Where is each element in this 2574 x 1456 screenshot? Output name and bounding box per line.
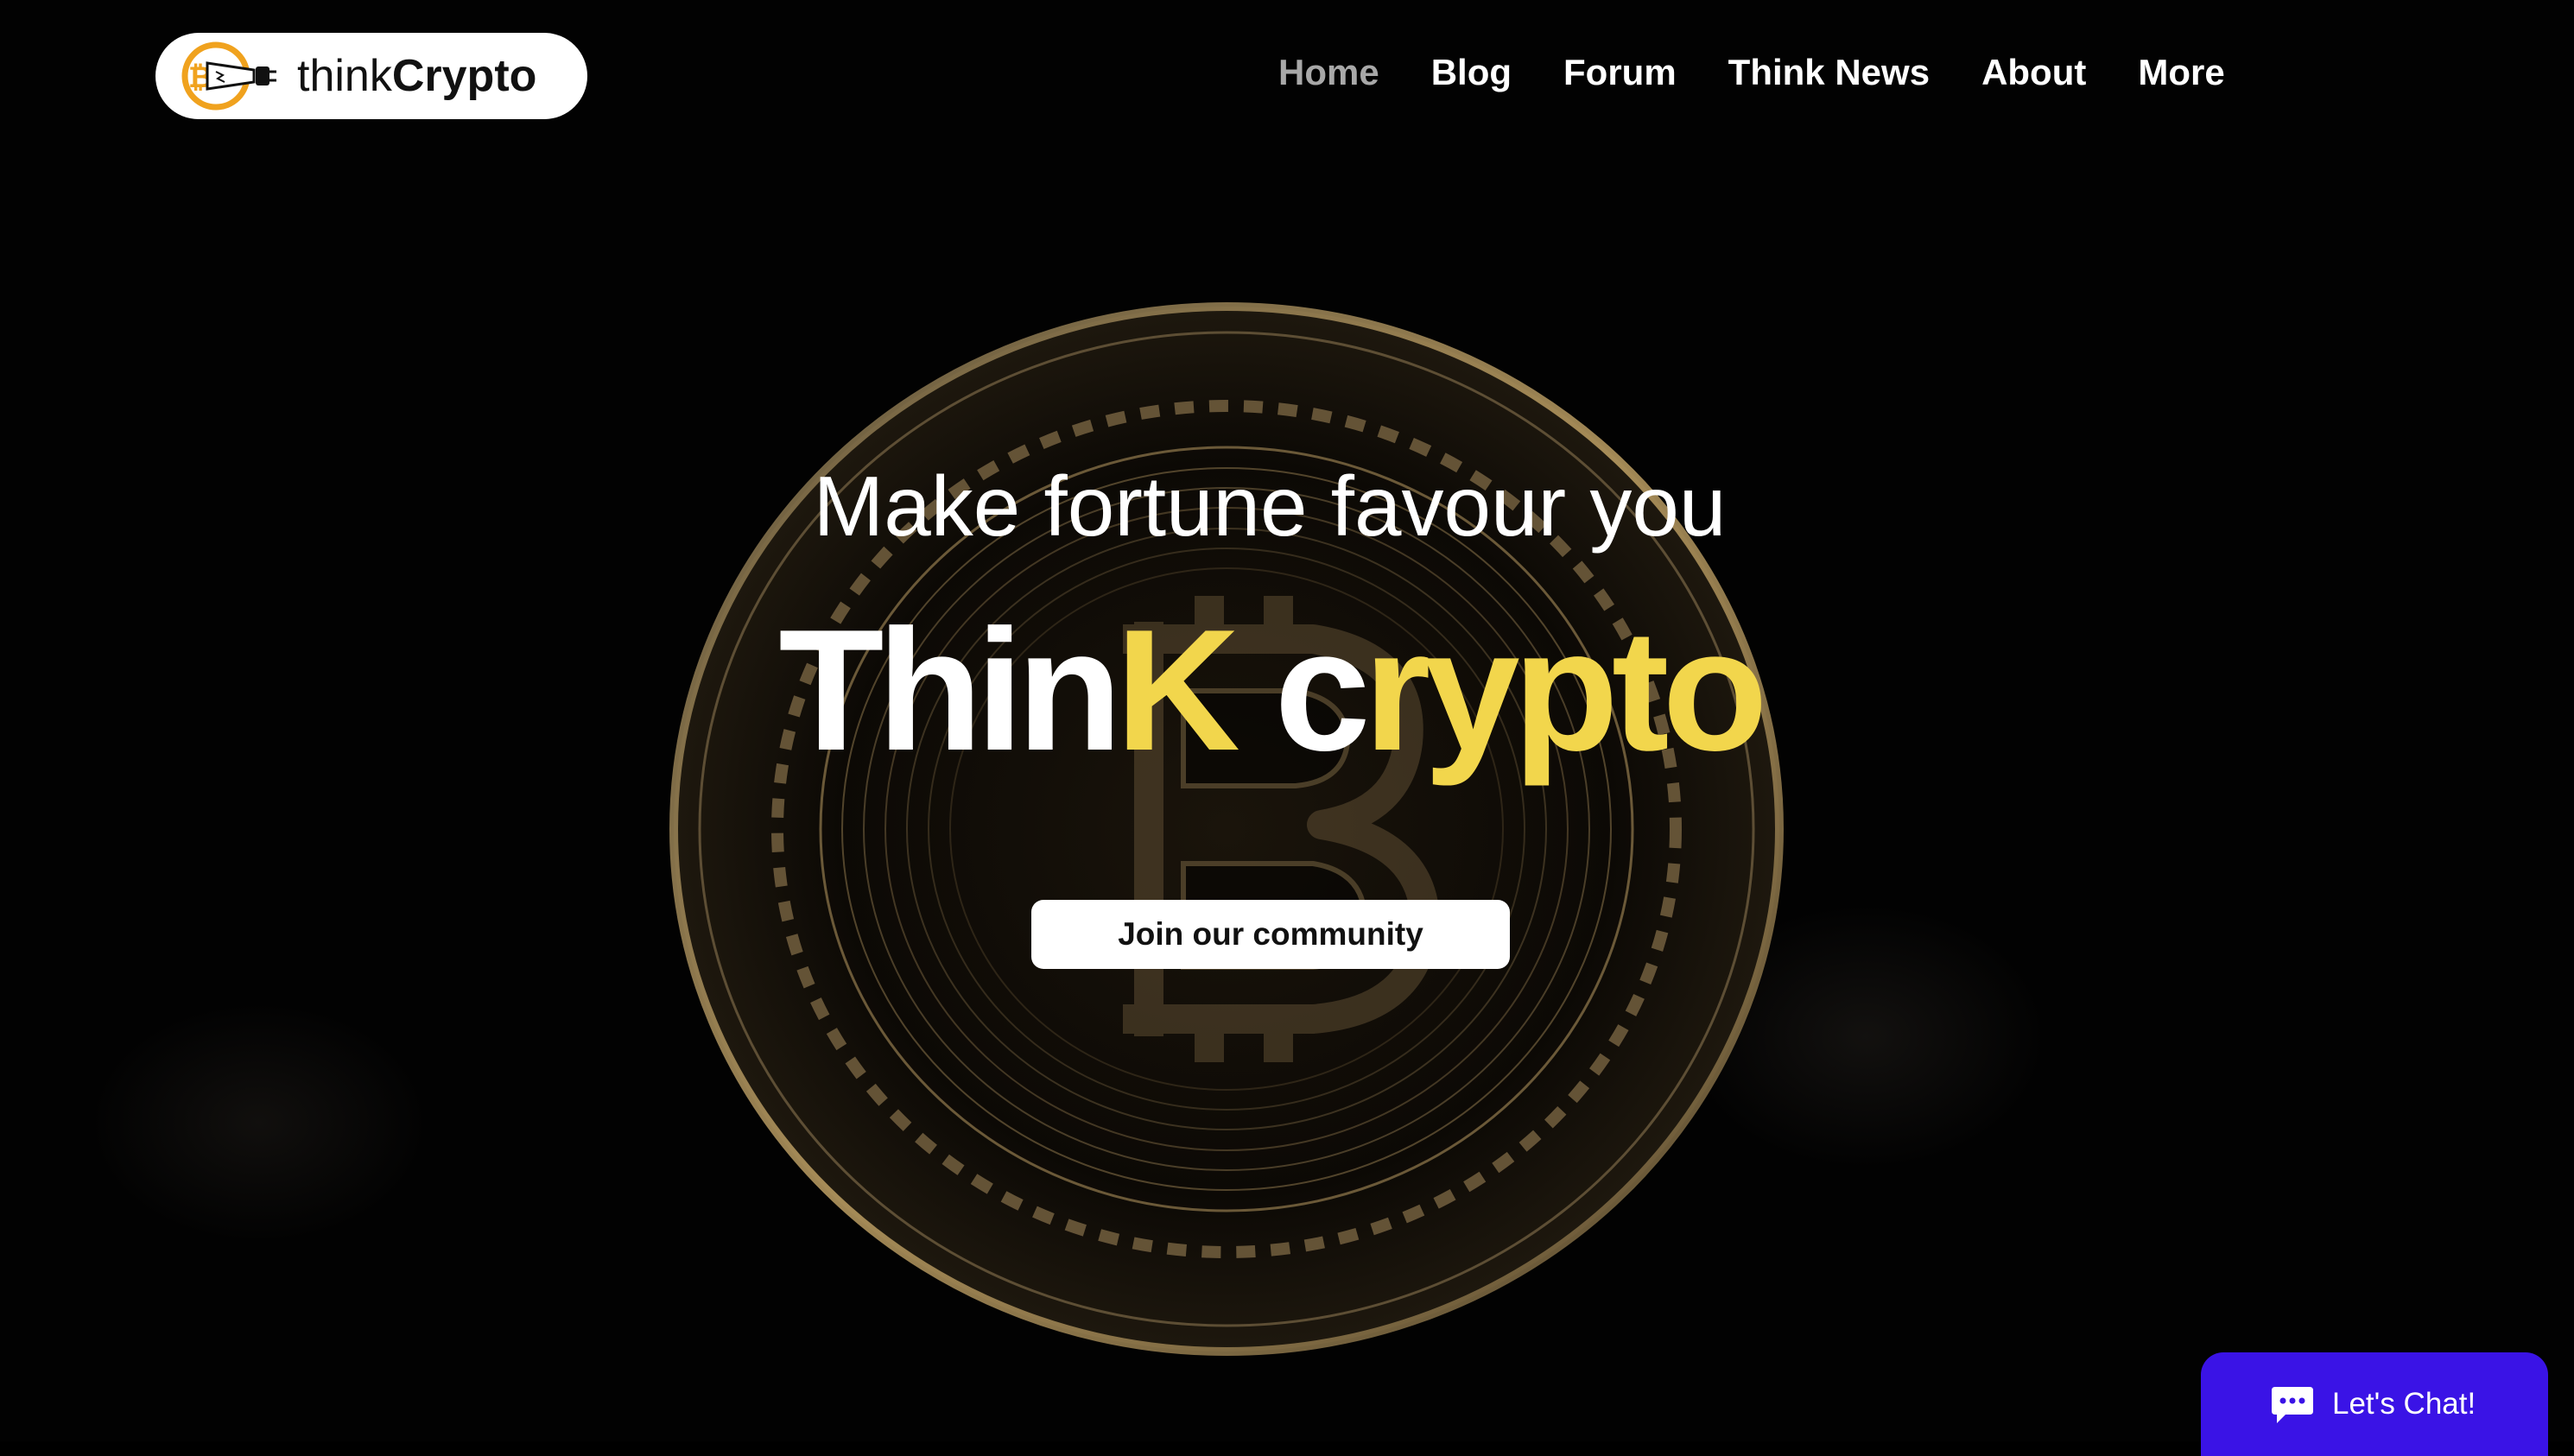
nav-item-about[interactable]: About: [1981, 52, 2086, 93]
headline-part-k: K: [1115, 594, 1275, 787]
chat-bubble-icon: [2272, 1387, 2313, 1423]
nav-item-think-news[interactable]: Think News: [1728, 52, 1930, 93]
logo-crypto-text: Crypto: [391, 51, 537, 101]
headline-part-rypto: rypto: [1363, 594, 1768, 787]
lightbulb-bitcoin-icon: ₿: [181, 41, 276, 111]
hero-tagline: Make fortune favour you: [813, 459, 1727, 554]
logo-think-text: think: [297, 51, 392, 101]
nav-item-forum[interactable]: Forum: [1563, 52, 1677, 93]
headline-part-thin: Thin: [778, 594, 1122, 787]
nav-item-blog[interactable]: Blog: [1431, 52, 1512, 93]
logo-wordmark: thinkCrypto: [297, 50, 536, 102]
main-nav: Home Blog Forum Think News About More: [1278, 52, 2277, 93]
site-logo[interactable]: ₿ thinkCrypto: [155, 33, 587, 119]
nav-item-home[interactable]: Home: [1278, 52, 1379, 93]
headline-part-c: c: [1274, 594, 1370, 787]
nav-item-more[interactable]: More: [2138, 52, 2224, 93]
lets-chat-widget[interactable]: Let's Chat!: [2201, 1352, 2548, 1456]
join-community-button[interactable]: Join our community: [1031, 900, 1510, 969]
site-header: ₿ thinkCrypto Home Blog Forum Think News…: [0, 0, 2574, 155]
hero-headline: ThinK crypto: [0, 605, 2539, 777]
chat-label: Let's Chat!: [2332, 1387, 2476, 1421]
